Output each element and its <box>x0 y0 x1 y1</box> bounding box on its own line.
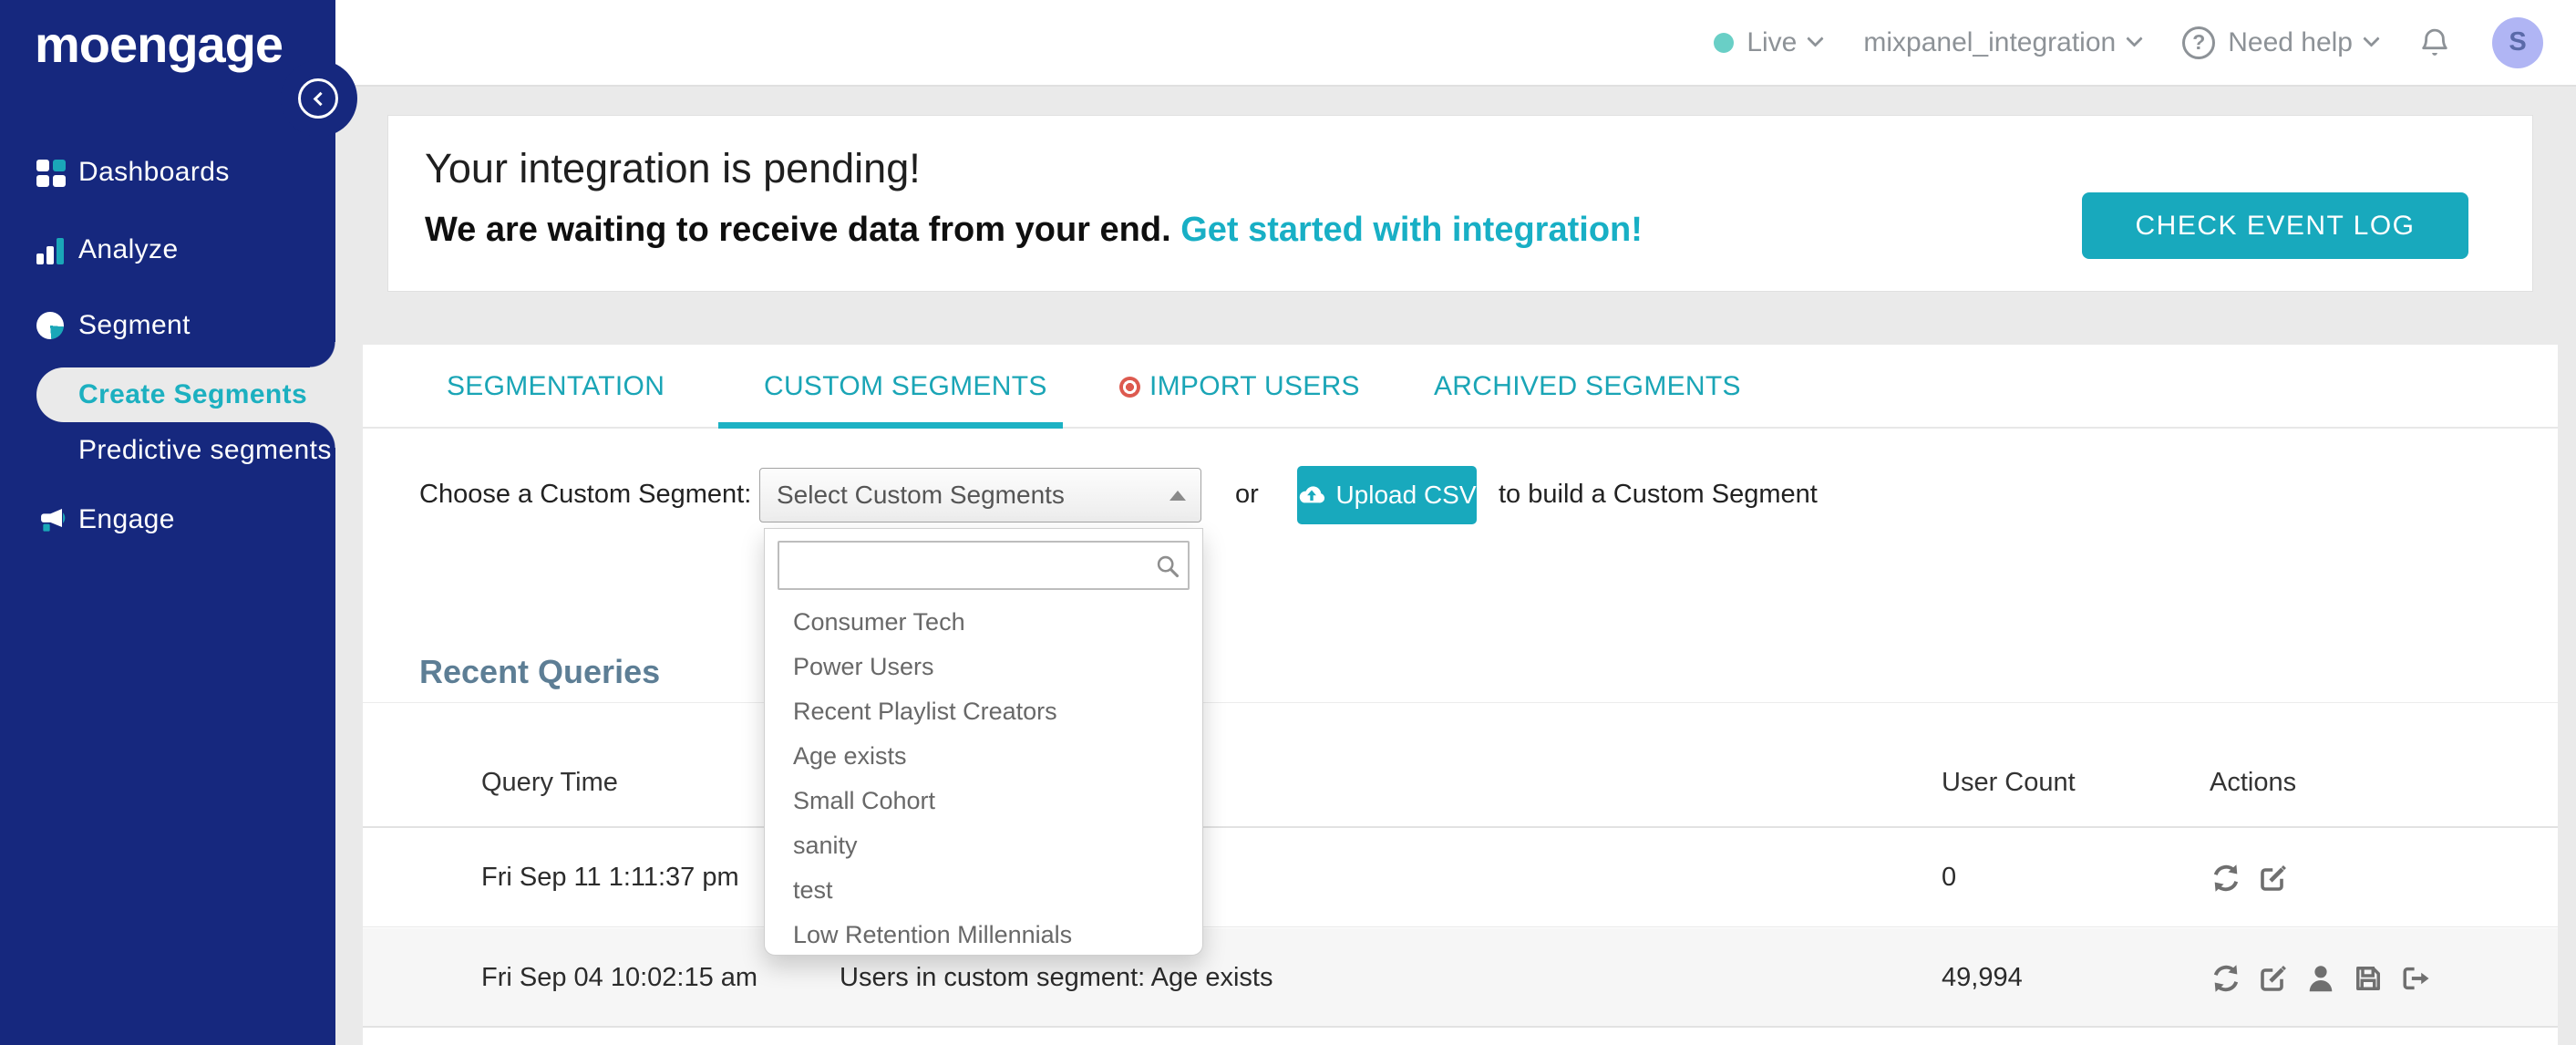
active-tab-underline <box>718 422 1063 429</box>
pill-corner-top <box>310 342 335 367</box>
dropdown-option[interactable]: Small Cohort <box>765 779 1202 823</box>
get-started-link[interactable]: Get started with integration! <box>1180 211 1643 249</box>
sidebar-item-predictive-segments[interactable]: Predictive segments <box>0 428 335 473</box>
sidebar-item-label: Predictive segments <box>78 435 332 465</box>
dropdown-option[interactable]: sanity <box>765 823 1202 868</box>
table-row: Fri Sep 11 1:11:37 pm 0 <box>363 828 2558 927</box>
environment-label: Live <box>1747 26 1798 57</box>
upload-csv-label: Upload CSV <box>1335 481 1477 509</box>
sidebar: moengage Dashboards Analyze Segment Crea… <box>0 0 357 1045</box>
user-icon[interactable] <box>2304 962 2337 995</box>
chevron-left-icon <box>313 91 328 106</box>
column-header-query-time: Query Time <box>481 768 618 797</box>
column-header-user-count: User Count <box>1942 768 2076 797</box>
workspace-label: mixpanel_integration <box>1863 26 2117 57</box>
dropdown-option[interactable]: Consumer Tech <box>765 600 1202 645</box>
notifications-bell-icon[interactable] <box>2419 26 2450 60</box>
upload-csv-button[interactable]: Upload CSV <box>1297 466 1477 524</box>
tab-label: CUSTOM SEGMENTS <box>764 371 1047 401</box>
recent-queries-title: Recent Queries <box>419 653 661 690</box>
integration-pending-banner: Your integration is pending! We are wait… <box>387 115 2533 292</box>
engage-megaphone-icon <box>36 505 66 534</box>
dropdown-option[interactable]: test <box>765 868 1202 913</box>
user-count-cell: 49,994 <box>1942 963 2023 992</box>
dropdown-option[interactable]: Recent Playlist Creators <box>765 689 1202 734</box>
need-help-label: Need help <box>2228 26 2353 57</box>
sidebar-item-dashboards[interactable]: Dashboards <box>0 150 335 195</box>
divider <box>363 702 2558 703</box>
dropdown-option[interactable]: Age exists <box>765 734 1202 779</box>
sidebar-item-analyze[interactable]: Analyze <box>0 227 335 273</box>
tab-segmentation[interactable]: SEGMENTATION <box>447 345 665 429</box>
dropdown-option[interactable]: Low Retention Millennials <box>765 913 1202 957</box>
sidebar-item-label: Segment <box>78 310 191 340</box>
custom-segment-select[interactable]: Select Custom Segments <box>759 468 1201 522</box>
analyze-bars-icon <box>36 235 66 264</box>
sidebar-item-engage[interactable]: Engage <box>0 497 335 543</box>
tab-import-users[interactable]: IMPORT USERS <box>1119 345 1360 429</box>
moengage-logo: moengage <box>35 16 283 73</box>
cloud-upload-icon <box>1300 486 1325 503</box>
sidebar-item-segment[interactable]: Segment <box>0 303 335 348</box>
dropdown-option[interactable]: Power Users <box>765 645 1202 689</box>
tabs-row: SEGMENTATION CUSTOM SEGMENTS IMPORT USER… <box>363 345 2558 429</box>
banner-subtitle-text: We are waiting to receive data from your… <box>425 211 1171 249</box>
user-avatar[interactable]: S <box>2492 16 2543 68</box>
table-row: Fri Sep 04 10:02:15 am Users in custom s… <box>363 928 2558 1028</box>
top-header: Live mixpanel_integration ? Need help S <box>335 0 2576 87</box>
dropdown-search-box <box>778 541 1190 590</box>
save-icon[interactable] <box>2352 962 2385 995</box>
or-text: or <box>1235 480 1259 509</box>
export-icon[interactable] <box>2399 962 2432 995</box>
need-help-menu[interactable]: ? Need help <box>2182 26 2380 59</box>
workspace-switcher[interactable]: mixpanel_integration <box>1863 26 2143 58</box>
custom-segment-dropdown-panel: Consumer Tech Power Users Recent Playlis… <box>764 528 1203 956</box>
triangle-up-icon <box>1170 491 1186 501</box>
refresh-icon[interactable] <box>2210 862 2242 895</box>
tab-label: SEGMENTATION <box>447 371 665 401</box>
row-actions <box>2210 928 2432 1028</box>
column-header-actions: Actions <box>2210 768 2297 797</box>
banner-subtitle: We are waiting to receive data from your… <box>425 211 1643 250</box>
tab-custom-segments[interactable]: CUSTOM SEGMENTS <box>764 345 1047 429</box>
user-count-cell: 0 <box>1942 863 1957 892</box>
avatar-initial: S <box>2509 27 2527 57</box>
chevron-down-icon <box>1807 30 1825 47</box>
sidebar-item-label: Analyze <box>78 234 179 264</box>
sidebar-collapse-button[interactable] <box>298 78 338 119</box>
live-status-dot-icon <box>1714 32 1735 53</box>
tab-archived-segments[interactable]: ARCHIVED SEGMENTS <box>1434 345 1741 429</box>
build-segment-suffix-text: to build a Custom Segment <box>1499 480 1818 509</box>
sidebar-item-label: Dashboards <box>78 157 230 187</box>
dropdown-options-list: Consumer Tech Power Users Recent Playlis… <box>765 600 1202 957</box>
select-value: Select Custom Segments <box>777 481 1065 509</box>
edit-icon[interactable] <box>2257 862 2290 895</box>
app-root: moengage Dashboards Analyze Segment Crea… <box>0 0 2576 1045</box>
tab-label: ARCHIVED SEGMENTS <box>1434 371 1741 401</box>
import-users-record-icon <box>1119 376 1140 398</box>
environment-switcher[interactable]: Live <box>1714 26 1825 58</box>
refresh-icon[interactable] <box>2210 962 2242 995</box>
chevron-down-icon <box>2363 30 2380 47</box>
chevron-down-icon <box>2126 30 2143 47</box>
tab-label: IMPORT USERS <box>1149 371 1360 401</box>
segments-card: SEGMENTATION CUSTOM SEGMENTS IMPORT USER… <box>363 345 2558 1045</box>
sidebar-item-create-segments-active[interactable]: Create Segments <box>36 367 335 422</box>
segment-pie-icon <box>36 311 66 340</box>
choose-segment-label: Choose a Custom Segment: <box>419 480 752 509</box>
sidebar-item-label: Create Segments <box>78 379 308 409</box>
edit-icon[interactable] <box>2257 962 2290 995</box>
question-mark-icon: ? <box>2182 26 2216 59</box>
query-time-cell: Fri Sep 04 10:02:15 am <box>481 963 758 992</box>
sidebar-item-label: Engage <box>78 504 175 534</box>
check-event-log-button[interactable]: CHECK EVENT LOG <box>2082 192 2468 259</box>
search-icon <box>1155 554 1180 584</box>
banner-title: Your integration is pending! <box>425 145 921 191</box>
row-actions <box>2210 828 2290 927</box>
dropdown-search-input[interactable] <box>788 543 1144 588</box>
query-time-cell: Fri Sep 11 1:11:37 pm <box>481 863 739 892</box>
dashboards-grid-icon <box>36 158 66 187</box>
